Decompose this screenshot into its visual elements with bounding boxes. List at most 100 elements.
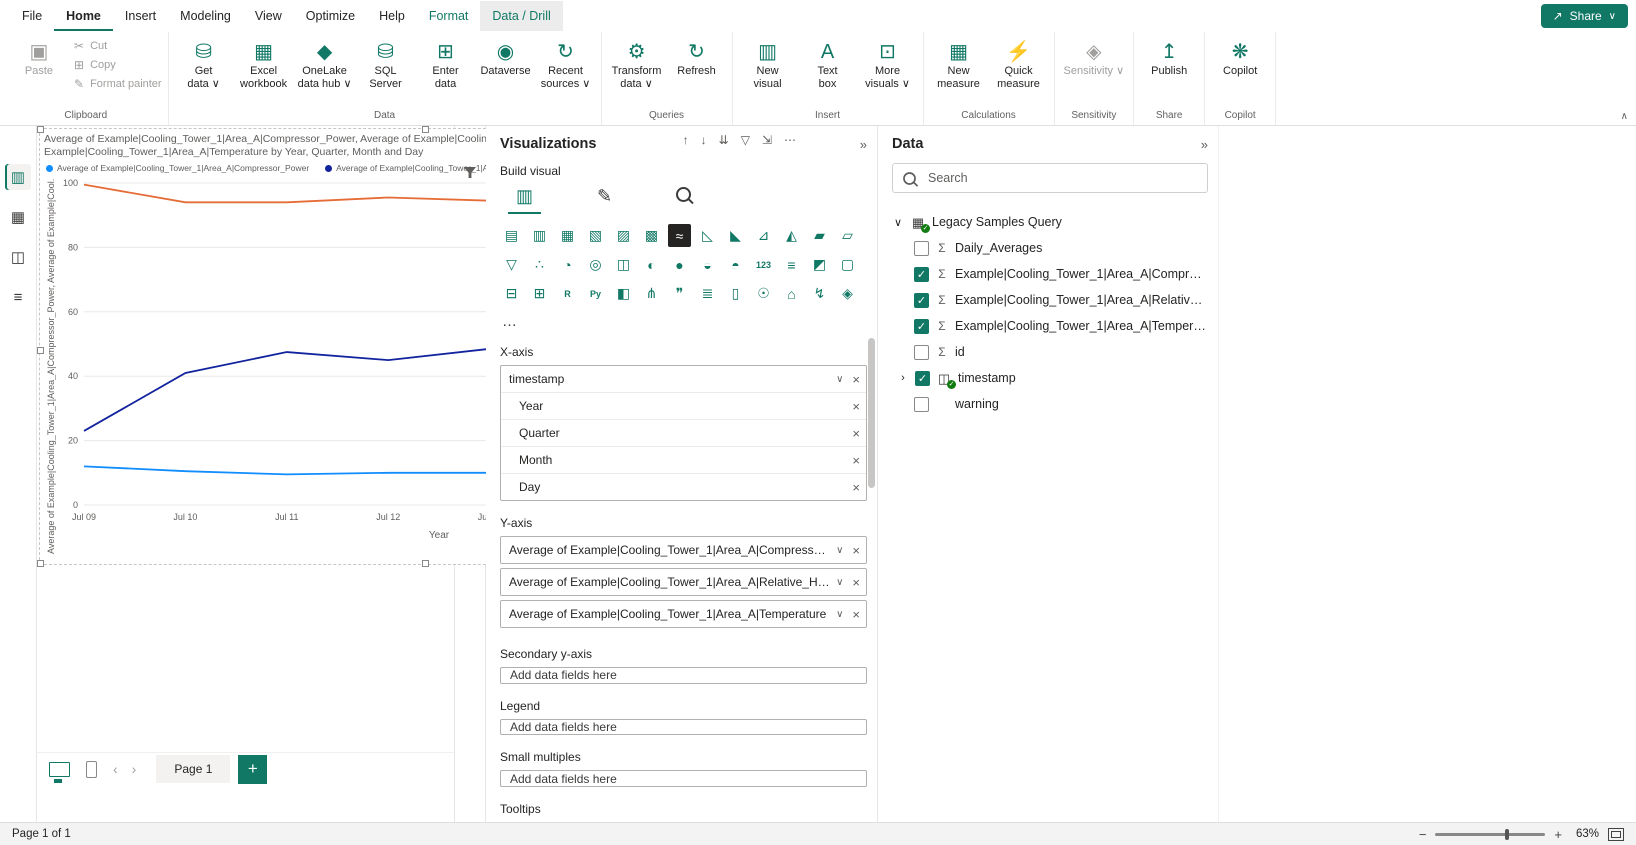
field-row-warning[interactable]: warning bbox=[892, 391, 1208, 417]
remove-field-icon[interactable] bbox=[852, 480, 860, 495]
azure-map-icon[interactable]: ◓ bbox=[724, 253, 747, 276]
field-checkbox[interactable] bbox=[914, 397, 929, 412]
field-row-timestamp[interactable]: timestamp bbox=[892, 365, 1208, 391]
expand-all-icon[interactable]: ⇊ bbox=[719, 133, 729, 147]
card-icon[interactable]: 123 bbox=[752, 253, 775, 276]
quick-measure-button[interactable]: ⚡ Quickmeasure bbox=[990, 35, 1048, 93]
refresh-button[interactable]: ↻ Refresh bbox=[668, 35, 726, 93]
drill-up-icon[interactable]: ↑ bbox=[683, 133, 689, 147]
x-axis-hierarchy-item[interactable]: Year bbox=[501, 392, 866, 419]
resize-handle[interactable] bbox=[37, 126, 44, 133]
multi-row-card-icon[interactable]: ≡ bbox=[780, 253, 803, 276]
field-row-id[interactable]: id bbox=[892, 339, 1208, 365]
y-axis-field-pill[interactable]: Average of Example|Cooling_Tower_1|Area_… bbox=[500, 536, 867, 564]
zoom-out-icon[interactable] bbox=[1419, 827, 1427, 842]
resize-handle[interactable] bbox=[422, 126, 429, 133]
visual-filter-icon[interactable]: ▽ bbox=[741, 133, 750, 147]
stacked-column-chart-icon[interactable]: ▥ bbox=[528, 224, 551, 247]
scrollbar-thumb[interactable] bbox=[868, 338, 875, 488]
field-checkbox[interactable] bbox=[914, 293, 929, 308]
recent-sources-button[interactable]: ↻ Recentsources ∨ bbox=[537, 35, 595, 93]
resize-handle[interactable] bbox=[37, 347, 44, 354]
smart-narrative-icon[interactable]: ≣ bbox=[696, 282, 719, 305]
remove-field-icon[interactable] bbox=[852, 607, 860, 622]
kpi-icon[interactable]: ◩ bbox=[808, 253, 831, 276]
map-icon[interactable]: ◐ bbox=[640, 253, 663, 276]
build-visual-tab[interactable]: ▥ bbox=[508, 184, 541, 214]
remove-field-icon[interactable] bbox=[852, 399, 860, 414]
x-axis-hierarchy-item[interactable]: Quarter bbox=[501, 419, 866, 446]
expand-hierarchy-icon[interactable] bbox=[897, 372, 909, 384]
model-view-button[interactable]: ◫ bbox=[5, 244, 31, 270]
clustered-column-chart-icon[interactable]: ▧ bbox=[584, 224, 607, 247]
remove-field-icon[interactable] bbox=[852, 453, 860, 468]
chevron-down-icon[interactable] bbox=[836, 609, 843, 620]
field-checkbox[interactable] bbox=[915, 371, 930, 386]
field-checkbox[interactable] bbox=[914, 319, 929, 334]
line-and-clustered-column-chart-icon[interactable]: ◭ bbox=[780, 224, 803, 247]
onelake-data-hub-button[interactable]: ◆ OneLakedata hub ∨ bbox=[295, 35, 355, 93]
hundred-stacked-bar-chart-icon[interactable]: ▨ bbox=[612, 224, 635, 247]
more-visuals-button[interactable]: ⊡ Morevisuals ∨ bbox=[859, 35, 917, 93]
more-options-icon[interactable]: ⋯ bbox=[784, 133, 796, 147]
menu-tab-home[interactable]: Home bbox=[54, 1, 113, 31]
zoom-slider[interactable] bbox=[1435, 833, 1545, 836]
collapse-visualizations-icon[interactable] bbox=[860, 137, 867, 152]
copilot-button[interactable]: ❋ Copilot bbox=[1211, 35, 1269, 93]
zoom-slider-thumb[interactable] bbox=[1505, 829, 1509, 840]
field-row-temperature[interactable]: Example|Cooling_Tower_1|Area_A|Temperatu… bbox=[892, 313, 1208, 339]
zoom-in-icon[interactable] bbox=[1554, 827, 1562, 842]
menu-tab-insert[interactable]: Insert bbox=[113, 1, 168, 31]
format-visual-tab[interactable]: ✎ bbox=[589, 184, 620, 214]
sql-server-button[interactable]: ⛁ SQLServer bbox=[357, 35, 415, 93]
drill-down-icon[interactable]: ↓ bbox=[701, 133, 707, 147]
funnel-chart-icon[interactable]: ▽ bbox=[500, 253, 523, 276]
metrics-icon[interactable]: ☉ bbox=[752, 282, 775, 305]
fit-to-page-icon[interactable] bbox=[1608, 828, 1624, 841]
menu-tab-modeling[interactable]: Modeling bbox=[168, 1, 243, 31]
remove-field-icon[interactable] bbox=[852, 426, 860, 441]
matrix-icon[interactable]: ⊞ bbox=[528, 282, 551, 305]
menu-tab-optimize[interactable]: Optimize bbox=[294, 1, 367, 31]
arcgis-maps-icon[interactable]: ◈ bbox=[836, 282, 859, 305]
chevron-down-icon[interactable] bbox=[836, 545, 843, 556]
search-input[interactable] bbox=[926, 170, 1198, 186]
publish-button[interactable]: ↥ Publish bbox=[1140, 35, 1198, 93]
scatter-chart-icon[interactable]: ∴ bbox=[528, 253, 551, 276]
collapse-data-pane-icon[interactable] bbox=[1201, 137, 1208, 152]
donut-chart-icon[interactable]: ◎ bbox=[584, 253, 607, 276]
r-script-visual-icon[interactable]: R bbox=[556, 282, 579, 305]
line-chart-icon[interactable]: ≈ bbox=[668, 224, 691, 247]
get-data-button[interactable]: ⛁ Getdata ∨ bbox=[175, 35, 233, 93]
search-box[interactable] bbox=[892, 163, 1208, 193]
dataverse-button[interactable]: ◉ Dataverse bbox=[477, 35, 535, 93]
table-icon[interactable]: ⊟ bbox=[500, 282, 523, 305]
visualizations-scrollbar[interactable] bbox=[868, 256, 875, 814]
ribbon-collapse-icon[interactable] bbox=[1621, 111, 1628, 122]
line-and-stacked-column-chart-icon[interactable]: ⊿ bbox=[752, 224, 775, 247]
stacked-area-chart-icon[interactable]: ◣ bbox=[724, 224, 747, 247]
pie-chart-icon[interactable]: ◔ bbox=[556, 253, 579, 276]
analytics-tab[interactable] bbox=[668, 184, 699, 214]
slicer-icon[interactable]: ▢ bbox=[836, 253, 859, 276]
filled-map-icon[interactable]: ● bbox=[668, 253, 691, 276]
secondary-y-axis-well[interactable]: Add data fields here bbox=[500, 667, 867, 684]
text-box-button[interactable]: A Textbox bbox=[799, 35, 857, 93]
field-checkbox[interactable] bbox=[914, 345, 929, 360]
stacked-bar-chart-icon[interactable]: ▤ bbox=[500, 224, 523, 247]
remove-field-icon[interactable] bbox=[852, 543, 860, 558]
x-axis-hierarchy-item[interactable]: Day bbox=[501, 473, 866, 500]
previous-page-icon[interactable] bbox=[109, 761, 122, 777]
chevron-down-icon[interactable] bbox=[836, 577, 843, 588]
field-checkbox[interactable] bbox=[914, 267, 929, 282]
decomposition-tree-icon[interactable]: ⋔ bbox=[640, 282, 663, 305]
transform-data-button[interactable]: ⚙ Transformdata ∨ bbox=[608, 35, 666, 93]
menu-tab-data-drill[interactable]: Data / Drill bbox=[480, 1, 562, 31]
x-axis-field-pill[interactable]: timestamp bbox=[501, 366, 866, 392]
format-painter-button[interactable]: ✎ Format painter bbox=[74, 77, 162, 91]
field-checkbox[interactable] bbox=[914, 241, 929, 256]
menu-tab-format[interactable]: Format bbox=[417, 1, 481, 31]
copy-button[interactable]: ⊞ Copy bbox=[74, 58, 162, 72]
power-apps-icon[interactable]: ⌂ bbox=[780, 282, 803, 305]
mobile-layout-icon[interactable] bbox=[86, 761, 97, 778]
